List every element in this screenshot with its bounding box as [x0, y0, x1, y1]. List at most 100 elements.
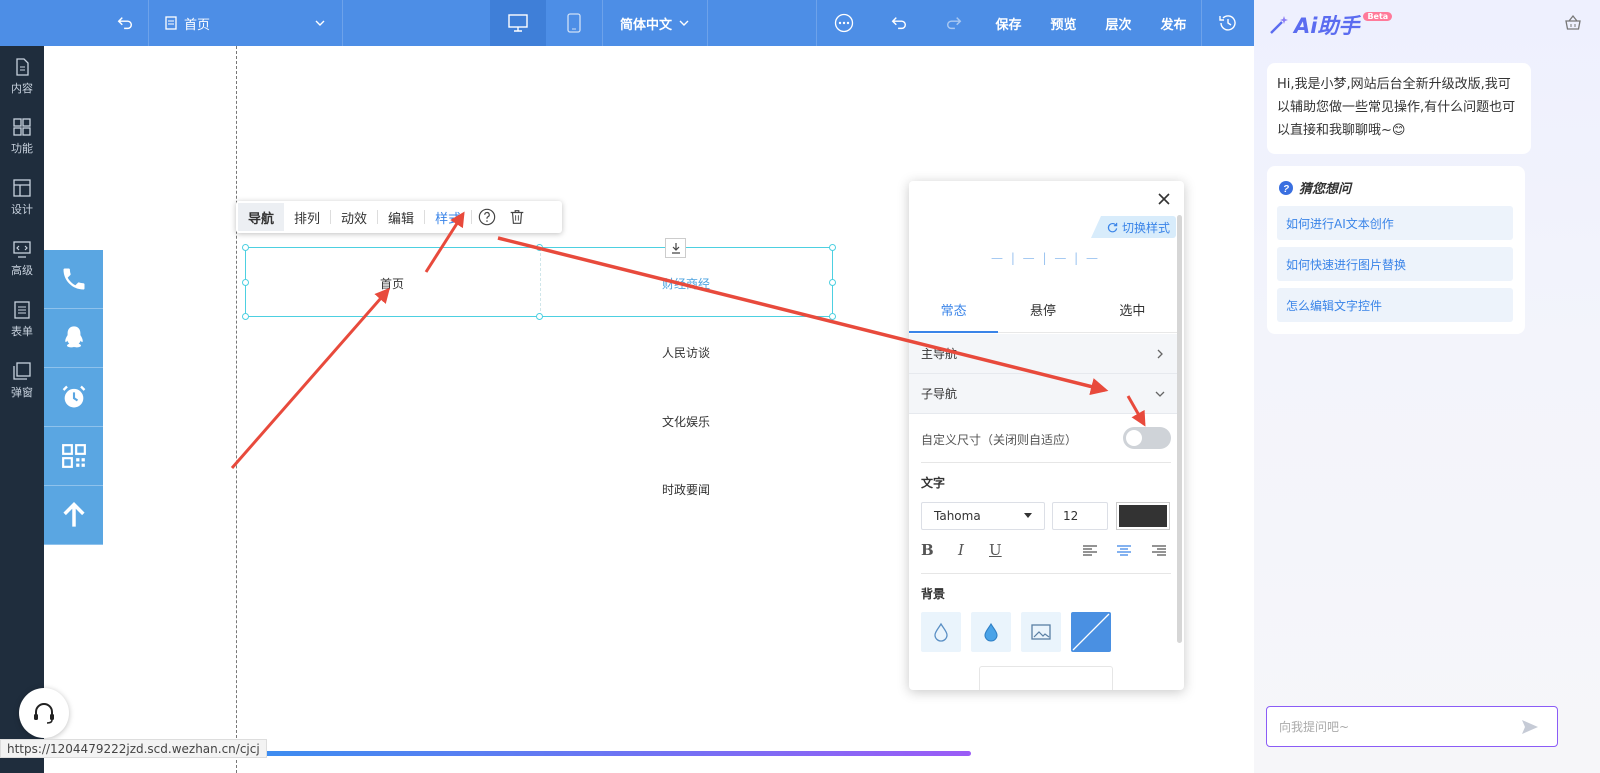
underline-button[interactable]: U [989, 541, 1002, 559]
sidebar-item-design[interactable]: 设计 [0, 167, 44, 227]
nav-item-politics[interactable]: 时政要闻 [662, 481, 710, 498]
bold-button[interactable]: B [921, 541, 934, 559]
bg-transparent-button[interactable] [921, 612, 961, 652]
resize-handle[interactable] [829, 313, 836, 320]
question-edit-text[interactable]: 怎么编辑文字控件 [1277, 288, 1513, 322]
sidebar-item-advanced[interactable]: 高级 [0, 228, 44, 288]
align-right-icon[interactable] [1152, 545, 1166, 557]
nav-button[interactable]: 导航 [238, 203, 285, 231]
qq-button[interactable] [44, 309, 103, 368]
ai-logo: Ai助手 Beta [1268, 10, 1393, 40]
resize-handle[interactable] [242, 279, 249, 286]
back-to-top-button[interactable] [44, 486, 103, 545]
mobile-icon [567, 13, 581, 33]
alarm-clock-icon [62, 385, 85, 408]
sub-nav-section[interactable]: 子导航 [909, 374, 1177, 414]
italic-button[interactable]: I [958, 541, 964, 559]
animation-button[interactable]: 动效 [331, 203, 377, 231]
anchor-button[interactable] [665, 238, 686, 258]
selected-nav-element[interactable] [245, 247, 833, 317]
panel-scrollbar[interactable] [1177, 215, 1182, 643]
layers-button[interactable]: 层次 [1091, 0, 1146, 46]
delete-button[interactable] [502, 203, 532, 231]
tab-selected[interactable]: 选中 [1088, 297, 1177, 332]
bg-none-button[interactable] [1071, 612, 1111, 652]
edit-button[interactable]: 编辑 [378, 203, 424, 231]
help-button[interactable] [472, 203, 502, 231]
chevron-down-icon [679, 20, 689, 26]
language-label: 简体中文 [619, 17, 672, 33]
history-button[interactable] [1201, 0, 1254, 46]
bg-image-button[interactable] [1021, 612, 1061, 652]
customer-support-button[interactable] [19, 688, 69, 738]
undo-button[interactable] [871, 0, 926, 46]
phone-button[interactable] [44, 250, 103, 309]
desktop-icon [508, 14, 528, 32]
back-icon[interactable] [106, 0, 144, 46]
resize-handle[interactable] [536, 244, 543, 251]
switch-style-button[interactable]: 切换样式 [1090, 216, 1176, 238]
question-image-replace[interactable]: 如何快速进行图片替换 [1277, 247, 1513, 281]
document-icon [16, 57, 29, 76]
send-icon[interactable] [1521, 719, 1539, 735]
headset-icon [34, 703, 54, 724]
resize-handle[interactable] [242, 313, 249, 320]
nav-item-finance[interactable]: 财经商经 [662, 275, 710, 292]
custom-size-label: 自定义尺寸（关闭则自适应） [921, 433, 1078, 447]
qrcode-button[interactable] [44, 427, 103, 486]
text-heading: 文字 [921, 476, 946, 490]
drop-outline-icon [934, 622, 948, 642]
language-selector[interactable]: 简体中文 [603, 0, 707, 46]
font-select[interactable]: Tahoma [921, 502, 1045, 530]
sub-nav-label: 子导航 [921, 387, 958, 401]
caret-down-icon [1024, 513, 1032, 518]
sidebar-item-function[interactable]: 功能 [0, 106, 44, 166]
code-monitor-icon [13, 240, 31, 258]
style-button[interactable]: 样式 [425, 203, 471, 231]
page-name: 首页 [184, 17, 211, 33]
resize-handle[interactable] [536, 313, 543, 320]
content-guide-line [236, 46, 237, 773]
main-nav-section[interactable]: 主导航 [909, 334, 1177, 374]
drop-fill-icon [984, 622, 998, 642]
resize-handle[interactable] [829, 279, 836, 286]
basket-icon[interactable] [1564, 14, 1582, 32]
preview-button[interactable]: 预览 [1036, 0, 1091, 46]
alarm-button[interactable] [44, 368, 103, 427]
bg-color-button[interactable] [971, 612, 1011, 652]
arrange-button[interactable]: 排列 [284, 203, 330, 231]
sidebar-item-popup[interactable]: 弹窗 [0, 350, 44, 410]
layout-icon [13, 178, 31, 197]
sidebar-item-label: 内容 [11, 81, 33, 95]
ai-question-input[interactable]: 向我提问吧~ [1266, 706, 1558, 747]
nav-item-culture[interactable]: 文化娱乐 [662, 413, 710, 430]
sidebar-item-form[interactable]: 表单 [0, 289, 44, 349]
question-ai-text[interactable]: 如何进行AI文本创作 [1277, 206, 1513, 240]
font-size-input[interactable]: 12 [1052, 502, 1108, 530]
sidebar-item-label: 高级 [11, 263, 33, 277]
mobile-view-button[interactable] [546, 0, 602, 46]
align-center-icon[interactable] [1117, 545, 1131, 557]
align-left-icon[interactable] [1083, 545, 1097, 557]
sidebar-item-label: 功能 [11, 141, 33, 155]
tab-normal[interactable]: 常态 [909, 297, 999, 333]
publish-button[interactable]: 发布 [1146, 0, 1201, 46]
desktop-view-button[interactable] [490, 0, 546, 46]
save-button[interactable]: 保存 [981, 0, 1036, 46]
main-nav-label: 主导航 [921, 347, 958, 361]
close-icon[interactable] [1156, 191, 1172, 207]
more-button[interactable] [816, 0, 871, 46]
tab-hover[interactable]: 悬停 [998, 297, 1087, 332]
sidebar-item-content[interactable]: 内容 [0, 46, 44, 106]
refresh-icon [1107, 222, 1118, 232]
resize-handle[interactable] [242, 244, 249, 251]
redo-button[interactable] [926, 0, 981, 46]
sidebar-item-label: 设计 [11, 202, 33, 216]
nav-item-interview[interactable]: 人民访谈 [662, 344, 710, 361]
qq-icon [64, 326, 83, 348]
text-color-picker[interactable] [1116, 502, 1170, 530]
custom-size-toggle[interactable] [1123, 427, 1171, 449]
nav-item-home[interactable]: 首页 [380, 275, 404, 292]
page-selector[interactable]: 首页 [150, 0, 342, 46]
resize-handle[interactable] [829, 244, 836, 251]
